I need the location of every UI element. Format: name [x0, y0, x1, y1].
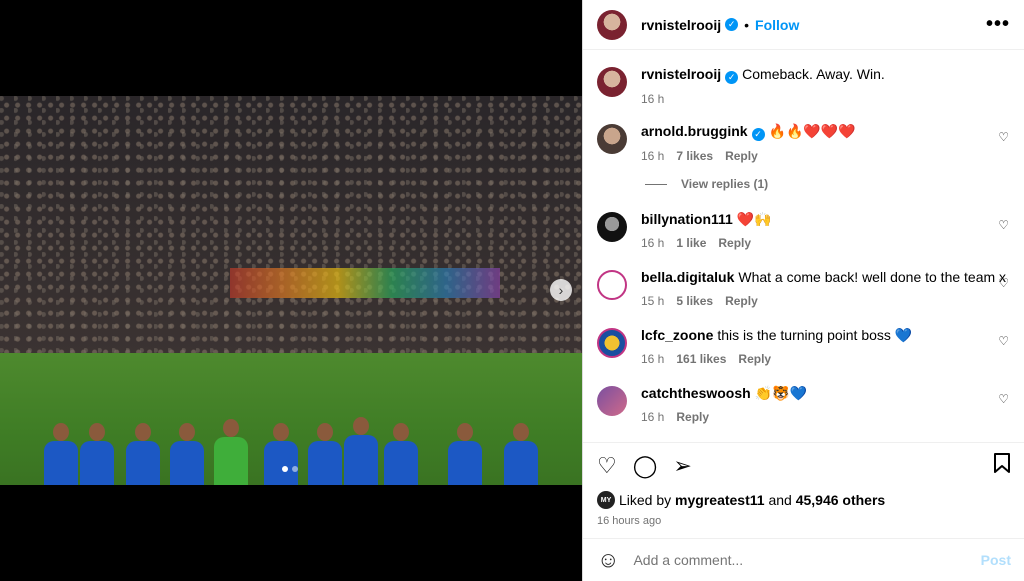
post-comment-button[interactable]: Post — [981, 552, 1011, 568]
verified-badge-icon: ✓ — [725, 70, 739, 84]
comment-row: arnold.bruggink ✓ 🔥🔥❤️❤️❤️ 16 h 7 likes Repl… — [597, 122, 1011, 163]
author-avatar[interactable] — [597, 9, 627, 40]
author-avatar[interactable] — [597, 67, 627, 97]
comment-likes[interactable]: 1 like — [676, 236, 706, 250]
comment-time: 16 h — [641, 148, 665, 163]
comment-username[interactable]: bella.digitaluk — [641, 269, 734, 285]
like-comment-heart-icon[interactable]: ♡ — [998, 218, 1009, 232]
liked-by-prefix: Liked by — [619, 492, 672, 508]
like-comment-heart-icon[interactable]: ♡ — [998, 130, 1009, 144]
reply-button[interactable]: Reply — [738, 352, 771, 366]
verified-badge-icon: ✓ — [751, 127, 765, 141]
instagram-post-modal: › rvnistelrooij ✓ • Follow ••• rvnistelr… — [0, 0, 1024, 581]
liker-avatar[interactable]: MY — [597, 491, 615, 509]
separator-dot: • — [744, 16, 750, 33]
media-column: › — [0, 0, 582, 581]
reply-button[interactable]: Reply — [725, 149, 758, 163]
post-photo — [0, 96, 582, 485]
likes-count[interactable]: 45,946 others — [796, 492, 886, 508]
caption-text: Comeback. Away. Win. — [742, 66, 885, 82]
carousel-dot — [292, 466, 298, 472]
view-replies-label: View replies (1) — [681, 177, 769, 191]
caption-time: 16 h — [641, 91, 665, 106]
comment-likes[interactable]: 5 likes — [676, 294, 713, 308]
comment-time: 16 h — [641, 410, 665, 424]
post-actions: ♡ ◯ ➢ MY Liked by mygreatest11 and 45,94… — [583, 442, 1024, 527]
verified-badge-icon: ✓ — [725, 18, 739, 31]
follow-button[interactable]: Follow — [755, 17, 799, 33]
comment-username[interactable]: billynation111 — [641, 211, 733, 227]
comment-text: ❤️🙌 — [736, 211, 772, 227]
comment-likes[interactable]: 7 likes — [676, 149, 713, 163]
liked-by-user[interactable]: mygreatest11 — [675, 492, 765, 508]
like-comment-heart-icon[interactable]: ♡ — [998, 392, 1009, 406]
like-comment-heart-icon[interactable]: ♡ — [998, 334, 1009, 348]
comment-text: What a come back! well done to the team … — [738, 269, 1007, 285]
reply-button[interactable]: Reply — [676, 410, 709, 424]
comments-list[interactable]: rvnistelrooij ✓ Comeback. Away. Win. 16 h … — [583, 51, 1024, 441]
commenter-avatar[interactable] — [597, 328, 627, 358]
save-bookmark-icon[interactable] — [993, 453, 1011, 479]
rainbow-banner — [230, 268, 500, 298]
carousel-dots — [282, 466, 298, 472]
comment-row: catchtheswoosh 👏🐯💙 16 h Reply ♡ — [597, 384, 1011, 424]
like-heart-icon[interactable]: ♡ — [597, 453, 617, 479]
caption-row: rvnistelrooij ✓ Comeback. Away. Win. 16 h — [597, 65, 1011, 106]
comment-text: 👏🐯💙 — [754, 385, 807, 401]
comment-time: 16 h — [641, 236, 665, 250]
comment-row: lcfc_zoone this is the turning point boss… — [597, 326, 1011, 366]
like-comment-heart-icon[interactable]: ♡ — [998, 276, 1009, 290]
reply-button[interactable]: Reply — [725, 294, 758, 308]
comment-row: bella.digitaluk What a come back! well do… — [597, 268, 1011, 308]
post-header: rvnistelrooij ✓ • Follow ••• — [583, 0, 1024, 50]
share-send-icon[interactable]: ➢ — [673, 453, 691, 479]
carousel-next-button[interactable]: › — [550, 279, 572, 301]
comment-time: 15 h — [641, 294, 665, 308]
reply-button[interactable]: Reply — [718, 236, 751, 250]
add-comment-input[interactable] — [633, 552, 981, 568]
commenter-avatar[interactable] — [597, 212, 627, 242]
emoji-smiley-icon[interactable]: ☺ — [597, 547, 619, 573]
comment-bubble-icon[interactable]: ◯ — [633, 453, 658, 479]
more-options-icon[interactable]: ••• — [986, 13, 1010, 36]
comment-likes[interactable]: 161 likes — [676, 352, 726, 366]
comment-text: 🔥🔥❤️❤️❤️ — [768, 123, 856, 139]
view-replies-button[interactable]: View replies (1) — [645, 177, 768, 191]
comment-username[interactable]: catchtheswoosh — [641, 385, 751, 401]
commenter-avatar[interactable] — [597, 386, 627, 416]
commenter-avatar[interactable] — [597, 124, 627, 154]
comment-row: billynation111 ❤️🙌 16 h 1 like Reply ♡ — [597, 210, 1011, 250]
comment-time: 16 h — [641, 352, 665, 366]
post-side-panel: rvnistelrooij ✓ • Follow ••• rvnistelroo… — [582, 0, 1024, 581]
carousel-dot-active — [282, 466, 288, 472]
author-username[interactable]: rvnistelrooij — [641, 17, 721, 33]
comment-text: this is the turning point boss 💙 — [717, 327, 913, 343]
comment-username[interactable]: arnold.bruggink — [641, 123, 748, 139]
caption-username[interactable]: rvnistelrooij — [641, 66, 721, 82]
commenter-avatar[interactable] — [597, 270, 627, 300]
liked-by-line: MY Liked by mygreatest11 and 45,946 othe… — [597, 491, 1011, 509]
add-comment-bar: ☺ Post — [583, 538, 1024, 581]
stadium-stands — [0, 96, 582, 353]
chevron-right-icon: › — [558, 282, 564, 298]
comment-username[interactable]: lcfc_zoone — [641, 327, 713, 343]
liked-by-and: and — [768, 492, 792, 508]
post-timestamp: 16 hours ago — [597, 515, 662, 527]
